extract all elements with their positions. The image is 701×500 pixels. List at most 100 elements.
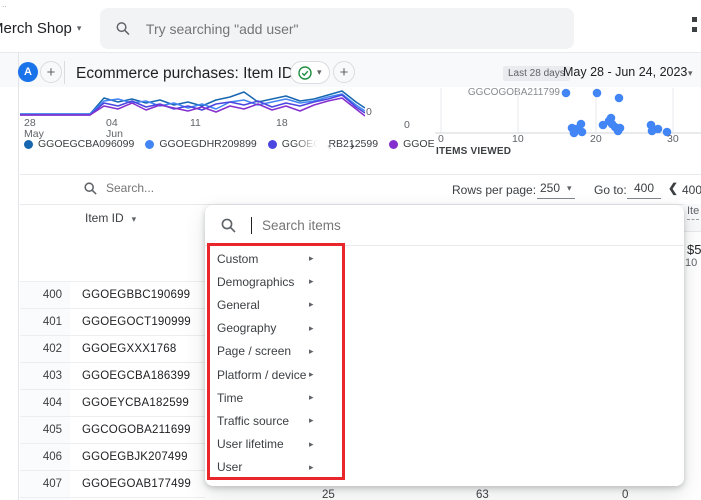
item-id-cell: GGOEGXXX1768 bbox=[82, 343, 177, 355]
scatter-point bbox=[576, 119, 586, 129]
dimension-category-geography[interactable]: Geography ▸ bbox=[205, 317, 684, 340]
scatter-point bbox=[614, 93, 624, 103]
dimension-category-label: Time bbox=[217, 390, 244, 405]
submenu-arrow-icon: ▸ bbox=[309, 438, 314, 449]
scatter-chart bbox=[435, 88, 701, 138]
legend-item: GGOEGCBA096099 bbox=[24, 138, 134, 150]
partial-cell-value: 0 bbox=[622, 489, 629, 500]
dimension-category-user-lifetime[interactable]: User lifetime ▸ bbox=[205, 433, 684, 456]
row-index: 400 bbox=[20, 282, 70, 308]
row-index: 405 bbox=[20, 417, 70, 443]
legend-fade bbox=[294, 136, 328, 152]
goto-label: Go to: bbox=[594, 183, 627, 197]
item-id-cell: GGOEGBJK207499 bbox=[82, 451, 188, 463]
row-index: 402 bbox=[20, 336, 70, 362]
legend-label: GGOEGCBA096099 bbox=[38, 138, 135, 150]
right-column-underline bbox=[687, 219, 699, 220]
search-icon bbox=[116, 22, 130, 36]
right-column-header: Ite bbox=[687, 205, 700, 217]
row-index: 403 bbox=[20, 363, 70, 389]
account-name: Merch Shop bbox=[0, 20, 72, 37]
scatter-x-tick: 0 bbox=[438, 133, 444, 145]
page-title: Ecommerce purchases: Item ID bbox=[76, 65, 294, 82]
legend-label: GGOEGDHR209899 bbox=[159, 138, 257, 150]
table-search-input[interactable] bbox=[104, 180, 258, 196]
legend-dot-icon bbox=[145, 139, 155, 149]
caret-down-icon: ▾ bbox=[317, 67, 322, 77]
pager-prev-icon[interactable]: ❮ bbox=[668, 181, 678, 195]
table-row: 401 GGOEGOCT190999 bbox=[20, 309, 205, 336]
row-index: 401 bbox=[20, 309, 70, 335]
scatter-point bbox=[561, 88, 571, 98]
apps-grid-icon[interactable] bbox=[692, 17, 701, 32]
item-id-cell: GGCOGOBA211699 bbox=[82, 424, 191, 436]
totals-value-fragment: $5 bbox=[687, 242, 701, 257]
row-index: 404 bbox=[20, 390, 70, 416]
dimension-category-traffic-source[interactable]: Traffic source ▸ bbox=[205, 409, 684, 432]
row-index: 406 bbox=[20, 444, 70, 470]
legend-next-icon[interactable]: › bbox=[350, 137, 355, 153]
add-tab-button[interactable]: + bbox=[40, 61, 62, 83]
table-row: 407 GGOEGOAB177499 bbox=[20, 471, 205, 498]
global-search[interactable] bbox=[100, 8, 574, 49]
scatter-point bbox=[653, 124, 663, 134]
submenu-arrow-icon: ▸ bbox=[309, 322, 314, 333]
avatar[interactable]: A bbox=[18, 62, 38, 82]
toolbar-top-divider bbox=[20, 174, 701, 175]
item-id-column-header[interactable]: Item ID ▾ bbox=[85, 211, 136, 225]
rows-per-page-select[interactable]: 250 ▾ bbox=[537, 181, 575, 199]
scatter-y-tick: 0 bbox=[404, 119, 410, 131]
dimension-category-label: Geography bbox=[217, 321, 277, 336]
table-row: 400 GGOEGBBC190699 bbox=[20, 281, 205, 309]
dimension-category-page-screen[interactable]: Page / screen ▸ bbox=[205, 340, 684, 363]
item-id-header-label: Item ID bbox=[85, 211, 124, 225]
dimension-category-time[interactable]: Time ▸ bbox=[205, 386, 684, 409]
dimension-search[interactable] bbox=[205, 205, 684, 246]
legend-item: GGOE bbox=[389, 138, 435, 150]
add-metric-button[interactable]: + bbox=[333, 61, 355, 83]
rows-per-page-value: 250 bbox=[540, 181, 561, 195]
submenu-arrow-icon: ▸ bbox=[309, 345, 314, 356]
line-chart-y-label: 0 bbox=[366, 106, 372, 118]
caret-down-icon: ▾ bbox=[76, 23, 82, 33]
dimension-category-general[interactable]: General ▸ bbox=[205, 293, 684, 316]
line-x-tick: 28 May bbox=[24, 117, 44, 140]
table-row: 402 GGOEGXXX1768 bbox=[20, 336, 205, 363]
date-range[interactable]: May 28 - Jun 24, 2023 bbox=[563, 65, 687, 79]
rows-per-page-label: Rows per page: bbox=[452, 183, 537, 197]
scatter-point bbox=[592, 88, 602, 98]
partial-cell-value: 25 bbox=[322, 489, 335, 500]
dimension-category-label: Traffic source bbox=[217, 413, 290, 428]
item-id-cell: GGOEGOCT190999 bbox=[82, 316, 191, 328]
global-search-input[interactable] bbox=[143, 19, 558, 38]
table-body: 400 GGOEGBBC190699 401 GGOEGOCT190999 402 GGO… bbox=[20, 281, 205, 500]
dimension-category-label: Demographics bbox=[217, 274, 295, 289]
dimension-search-input[interactable] bbox=[260, 216, 584, 234]
header-divider bbox=[64, 61, 65, 84]
dimension-category-platform-device[interactable]: Platform / device ▸ bbox=[205, 363, 684, 386]
table-search[interactable] bbox=[84, 180, 258, 196]
legend-dot-icon bbox=[267, 139, 277, 149]
totals-percent-fragment: 10 bbox=[685, 257, 698, 269]
dimension-category-demographics[interactable]: Demographics ▸ bbox=[205, 270, 684, 293]
caret-down-icon[interactable]: ▾ bbox=[688, 68, 693, 79]
row-index: 407 bbox=[20, 471, 70, 497]
text-cursor bbox=[251, 216, 252, 234]
line-x-tick: 04 Jun bbox=[106, 117, 123, 140]
dimension-category-label: User lifetime bbox=[217, 437, 284, 452]
validation-pill[interactable]: ▾ bbox=[290, 61, 330, 84]
dimension-category-user[interactable]: User ▸ bbox=[205, 456, 684, 479]
partial-cell-value: 63 bbox=[476, 489, 489, 500]
pager-range: 400-649 bbox=[682, 183, 701, 197]
dimension-category-custom[interactable]: Custom ▸ bbox=[205, 247, 684, 270]
table-row: 403 GGOEGCBA186399 bbox=[20, 363, 205, 390]
scatter-x-tick: 30 bbox=[667, 133, 679, 145]
table-row: 404 GGOEYCBA182599 bbox=[20, 390, 205, 417]
account-switcher[interactable]: Merch Shop ▾ bbox=[0, 20, 81, 37]
scatter-point bbox=[577, 127, 587, 137]
dimension-category-label: User bbox=[217, 460, 243, 475]
goto-input[interactable]: 400 bbox=[627, 181, 661, 199]
check-circle-icon bbox=[298, 65, 312, 80]
legend-prev-icon[interactable]: ‹ bbox=[327, 137, 332, 153]
breadcrumb-fragment: ‥ bbox=[2, 2, 7, 9]
